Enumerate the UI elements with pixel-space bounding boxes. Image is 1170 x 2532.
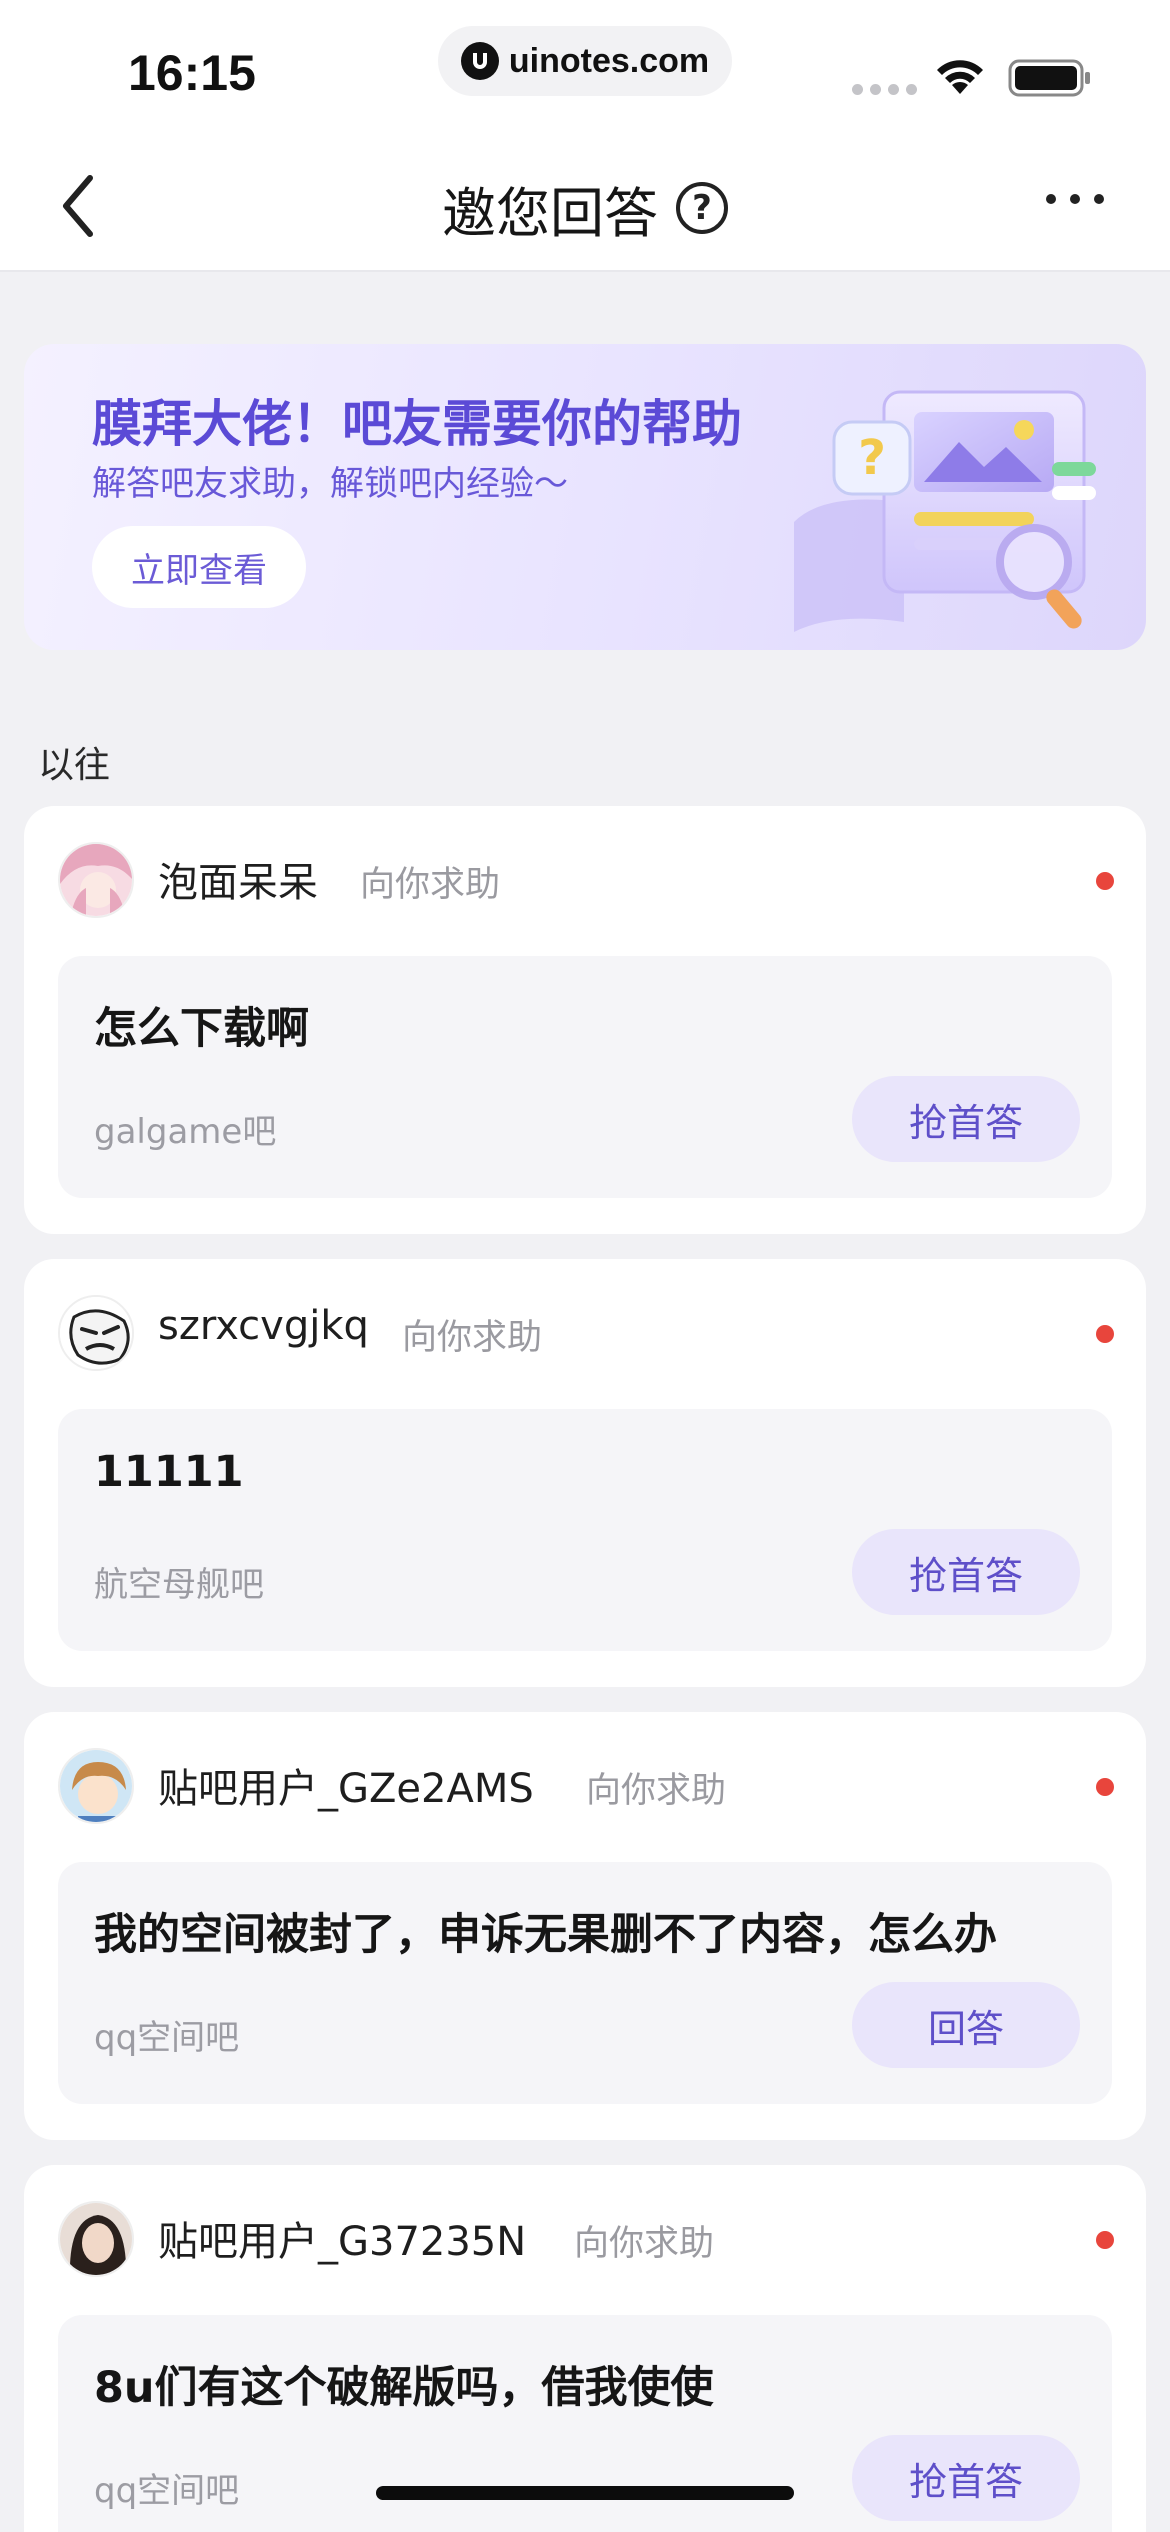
answer-button[interactable]: 回答 xyxy=(852,1982,1080,2068)
more-dot xyxy=(1094,194,1104,204)
site-logo-icon xyxy=(460,42,499,80)
answer-first-button[interactable]: 抢首答 xyxy=(852,1529,1080,1615)
help-icon[interactable]: ? xyxy=(676,182,728,234)
question-card[interactable]: szrxcvgjkq 向你求助 11111 航空母舰吧 抢首答 xyxy=(24,1259,1146,1687)
banner-title: 膜拜大佬！吧友需要你的帮助 xyxy=(92,395,742,453)
question-box[interactable]: 我的空间被封了，申诉无果删不了内容，怎么办 qq空间吧 回答 xyxy=(58,1862,1112,2104)
top-bar: 16:15 uinotes.com 邀您回答 ? xyxy=(0,0,1170,272)
answer-first-button[interactable]: 抢首答 xyxy=(852,1076,1080,1162)
page-title-text: 邀您回答 xyxy=(442,181,658,245)
forum-name[interactable]: qq空间吧 xyxy=(94,2010,239,2059)
photo-avatar[interactable] xyxy=(58,2201,134,2277)
unread-dot xyxy=(1096,2231,1114,2249)
question-card[interactable]: 贴吧用户_GZe2AMS 向你求助 我的空间被封了，申诉无果删不了内容，怎么办 … xyxy=(24,1712,1146,2140)
question-text: 我的空间被封了，申诉无果删不了内容，怎么办 xyxy=(94,1910,997,1960)
page-title: 邀您回答 ? xyxy=(0,172,1170,245)
more-options-button[interactable] xyxy=(1046,194,1104,204)
anime-girl-avatar[interactable] xyxy=(58,842,134,918)
question-text: 11111 xyxy=(94,1447,244,1497)
url-text: uinotes.com xyxy=(508,41,710,80)
answer-first-button[interactable]: 抢首答 xyxy=(852,2435,1080,2521)
wifi-icon xyxy=(937,60,983,94)
user-name[interactable]: 贴吧用户_G37235N xyxy=(158,2209,526,2267)
unread-dot xyxy=(1096,1778,1114,1796)
help-request-text: 向你求助 xyxy=(360,865,501,905)
section-label-past: 以往 xyxy=(38,745,111,786)
more-dot xyxy=(1070,194,1080,204)
forum-name[interactable]: qq空间吧 xyxy=(94,2463,239,2512)
banner-subtitle: 解答吧友求助，解锁吧内经验～ xyxy=(92,464,568,504)
user-name[interactable]: 贴吧用户_GZe2AMS xyxy=(158,1756,534,1814)
url-pill[interactable]: uinotes.com xyxy=(438,26,732,96)
help-request-text: 向你求助 xyxy=(574,2224,715,2264)
more-dot xyxy=(1046,194,1056,204)
battery-icon xyxy=(1008,59,1090,97)
home-indicator[interactable] xyxy=(376,2486,794,2500)
view-now-button[interactable]: 立即查看 xyxy=(92,526,306,608)
document-question-illustration: ? xyxy=(794,390,1096,632)
question-card[interactable]: 贴吧用户_G37235N 向你求助 8u们有这个破解版吗，借我使使 qq空间吧 … xyxy=(24,2165,1146,2532)
question-card[interactable]: 泡面呆呆 向你求助 怎么下载啊 galgame吧 抢首答 xyxy=(24,806,1146,1234)
help-request-text: 向你求助 xyxy=(586,1771,727,1811)
user-name[interactable]: szrxcvgjkq xyxy=(158,1303,369,1349)
help-request-text: 向你求助 xyxy=(402,1318,543,1358)
forum-name[interactable]: galgame吧 xyxy=(94,1104,276,1153)
unread-dot xyxy=(1096,1325,1114,1343)
promo-banner[interactable]: 膜拜大佬！吧友需要你的帮助 解答吧友求助，解锁吧内经验～ 立即查看 ? xyxy=(24,344,1146,650)
anime-boy-avatar[interactable] xyxy=(58,1748,134,1824)
question-box[interactable]: 11111 航空母舰吧 抢首答 xyxy=(58,1409,1112,1651)
meme-face-avatar[interactable] xyxy=(58,1295,134,1371)
question-text: 怎么下载啊 xyxy=(94,1004,309,1054)
question-box[interactable]: 怎么下载啊 galgame吧 抢首答 xyxy=(58,956,1112,1198)
unread-dot xyxy=(1096,872,1114,890)
status-time: 16:15 xyxy=(128,45,256,101)
user-name[interactable]: 泡面呆呆 xyxy=(158,850,318,908)
question-text: 8u们有这个破解版吗，借我使使 xyxy=(94,2363,714,2413)
forum-name[interactable]: 航空母舰吧 xyxy=(94,1557,264,1606)
cellular-signal-icon xyxy=(852,84,917,95)
svg-text:?: ? xyxy=(858,430,886,486)
